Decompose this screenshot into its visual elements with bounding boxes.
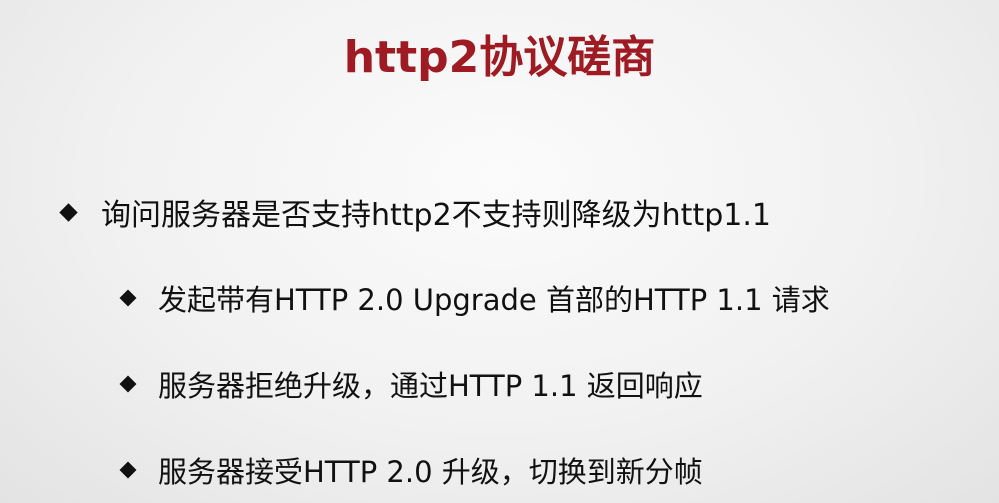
bullet-text: 服务器拒绝升级，通过HTTP 1.1 返回响应 [158, 369, 703, 403]
bullet-item-level2: 服务器拒绝升级，通过HTTP 1.1 返回响应 [118, 362, 703, 406]
bullet-text: 询问服务器是否支持http2不支持则降级为http1.1 [101, 198, 771, 233]
bullet-item-level2: 服务器接受HTTP 2.0 升级，切换到新分帧 [118, 448, 703, 492]
diamond-bullet-icon [119, 461, 137, 479]
diamond-bullet-icon [119, 289, 137, 307]
bullet-item-level2: 发起带有HTTP 2.0 Upgrade 首部的HTTP 1.1 请求 [118, 276, 830, 320]
bullet-text: 服务器接受HTTP 2.0 升级，切换到新分帧 [158, 455, 703, 489]
bullet-item-level1: 询问服务器是否支持http2不支持则降级为http1.1 [58, 190, 771, 234]
bullet-text: 发起带有HTTP 2.0 Upgrade 首部的HTTP 1.1 请求 [158, 283, 830, 317]
diamond-bullet-icon [119, 375, 137, 393]
slide: http2协议磋商 询问服务器是否支持http2不支持则降级为http1.1 发… [0, 0, 999, 503]
diamond-bullet-icon [59, 202, 78, 222]
slide-title: http2协议磋商 [343, 32, 656, 83]
